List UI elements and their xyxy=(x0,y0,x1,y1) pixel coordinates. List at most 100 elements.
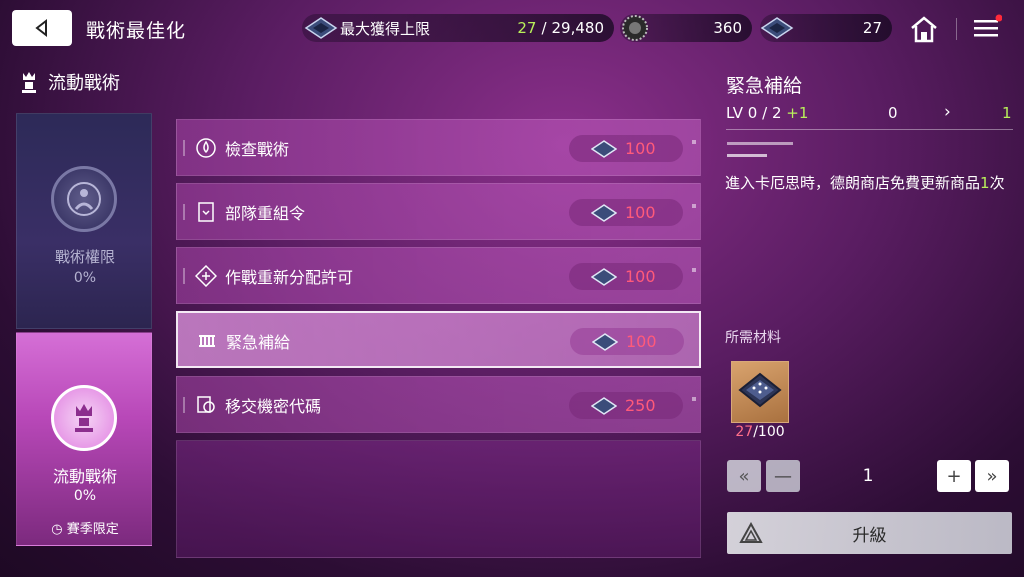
tactic-permission-card[interactable]: 戰術權限 0% xyxy=(16,113,152,329)
upgrade-button[interactable]: 升級 xyxy=(727,512,1012,554)
material-need: 100 xyxy=(757,424,785,440)
detail-title: 緊急補給 xyxy=(726,75,803,97)
desc-suffix: 次 xyxy=(989,174,1005,192)
item-cost: 100 xyxy=(569,199,683,226)
item-cost: 250 xyxy=(569,392,683,419)
item-cost: 100 xyxy=(570,328,684,355)
permission-emblem xyxy=(51,166,117,232)
list-item[interactable]: 移交機密代碼 250 xyxy=(176,376,701,433)
item-cost-value: 100 xyxy=(626,332,657,351)
max-limit-max: 29,480 xyxy=(551,19,605,37)
permission-name: 戰術權限 xyxy=(54,248,115,266)
chip-icon xyxy=(760,17,794,39)
item-label: 檢查戰術 xyxy=(225,140,290,159)
material-have: 27 xyxy=(735,424,754,440)
chip-value: 27 xyxy=(862,19,882,37)
item-cost-value: 250 xyxy=(625,396,656,415)
max-limit-sep: / xyxy=(541,19,547,37)
item-label: 作戰重新分配許可 xyxy=(225,268,354,287)
header-divider xyxy=(956,18,957,40)
lv-current: 0 xyxy=(747,104,758,122)
mobile-tactic-emblem xyxy=(51,385,117,451)
double-chevron-left-icon: « xyxy=(738,465,750,487)
list-item[interactable]: 檢查戰術 100 xyxy=(176,119,701,176)
home-icon xyxy=(911,16,937,43)
item-cost-value: 100 xyxy=(625,267,656,286)
lv-sep: / xyxy=(762,104,768,122)
item-cost-value: 100 xyxy=(625,203,656,222)
item-label: 緊急補給 xyxy=(226,333,291,352)
effect-description: 進入卡厄思時，德朗商店免費更新商品1次 xyxy=(725,172,1015,195)
item-cost: 100 xyxy=(569,135,683,162)
increment-button[interactable]: + xyxy=(937,460,971,492)
decrement-button[interactable]: — xyxy=(766,460,800,492)
gear-token-icon xyxy=(622,15,648,41)
back-button[interactable] xyxy=(12,10,72,46)
deco-line xyxy=(727,142,793,145)
permission-icon xyxy=(67,182,101,216)
mobile-tactic-percent: 0% xyxy=(73,488,97,504)
max-quantity-button[interactable]: » xyxy=(975,460,1009,492)
token-value: 360 xyxy=(713,19,742,37)
home-button[interactable] xyxy=(908,14,940,44)
season-limited-label: 賽季限定 xyxy=(66,522,119,537)
document-icon xyxy=(197,396,215,413)
quantity-value: 1 xyxy=(862,466,874,486)
desc-text: 進入卡厄思時，德朗商店免費更新商品 xyxy=(725,174,981,192)
level-display: LV 0 / 2 +1 xyxy=(726,104,808,122)
lv-plus: +1 xyxy=(786,104,809,122)
clock-icon: ◷ xyxy=(51,522,63,537)
empty-slot-panel xyxy=(176,440,701,558)
mobile-tactic-card[interactable]: 流動戰術 0% ◷ 賽季限定 xyxy=(16,332,152,546)
lotus-icon xyxy=(196,138,216,158)
diamond-icon xyxy=(195,265,217,287)
card-icon xyxy=(198,202,214,222)
item-cost: 100 xyxy=(569,263,683,290)
chip-item-icon xyxy=(738,372,782,408)
double-chevron-right-icon: » xyxy=(986,465,998,487)
chip-icon xyxy=(304,17,338,39)
chip-icon xyxy=(591,267,617,286)
to-value: 1 xyxy=(1002,104,1012,122)
min-quantity-button[interactable]: « xyxy=(727,460,761,492)
crown-emblem-icon xyxy=(75,404,93,432)
plus-icon: + xyxy=(946,465,962,487)
material-slot[interactable] xyxy=(731,361,789,423)
item-cost-value: 100 xyxy=(625,139,656,158)
chip-icon xyxy=(592,332,618,351)
chip-icon xyxy=(591,396,617,415)
upgrade-arrow-icon xyxy=(739,522,763,543)
chip-icon xyxy=(591,139,617,158)
material-count: 27/100 xyxy=(729,424,791,440)
chip-icon xyxy=(591,203,617,222)
menu-button[interactable] xyxy=(972,14,1003,42)
minus-icon: — xyxy=(774,465,792,487)
max-limit-resource: 最大獲得上限 27 / 29,480 xyxy=(302,14,614,42)
category-title: 流動戰術 xyxy=(48,73,120,94)
level-row: LV 0 / 2 +1 0 › 1 xyxy=(726,102,1013,130)
back-arrow-icon xyxy=(35,18,47,38)
season-limited-note: ◷ 賽季限定 xyxy=(17,518,153,537)
token-resource: 360 xyxy=(620,14,752,42)
lv-max: 2 xyxy=(771,104,782,122)
deco-line xyxy=(727,154,767,157)
max-limit-current: 27 xyxy=(517,19,537,37)
item-label: 移交機密代碼 xyxy=(225,397,322,416)
mobile-tactic-name: 流動戰術 xyxy=(52,467,117,486)
page-title: 戰術最佳化 xyxy=(86,20,187,42)
list-item-selected[interactable]: 緊急補給 100 xyxy=(176,311,701,368)
desc-number: 1 xyxy=(980,174,990,192)
materials-title: 所需材料 xyxy=(725,330,781,346)
lv-prefix: LV xyxy=(726,104,743,122)
item-label: 部隊重組令 xyxy=(225,204,306,223)
chip-resource: 27 xyxy=(760,14,892,42)
from-value: 0 xyxy=(888,104,898,122)
max-limit-label: 最大獲得上限 xyxy=(340,19,431,38)
permission-percent: 0% xyxy=(73,270,97,286)
upgrade-label: 升級 xyxy=(852,525,887,546)
list-item[interactable]: 部隊重組令 100 xyxy=(176,183,701,240)
hamburger-menu-icon xyxy=(974,14,1003,37)
crown-emblem-icon xyxy=(22,72,36,93)
chevron-right-icon: › xyxy=(944,102,951,122)
list-item[interactable]: 作戰重新分配許可 100 xyxy=(176,247,701,304)
